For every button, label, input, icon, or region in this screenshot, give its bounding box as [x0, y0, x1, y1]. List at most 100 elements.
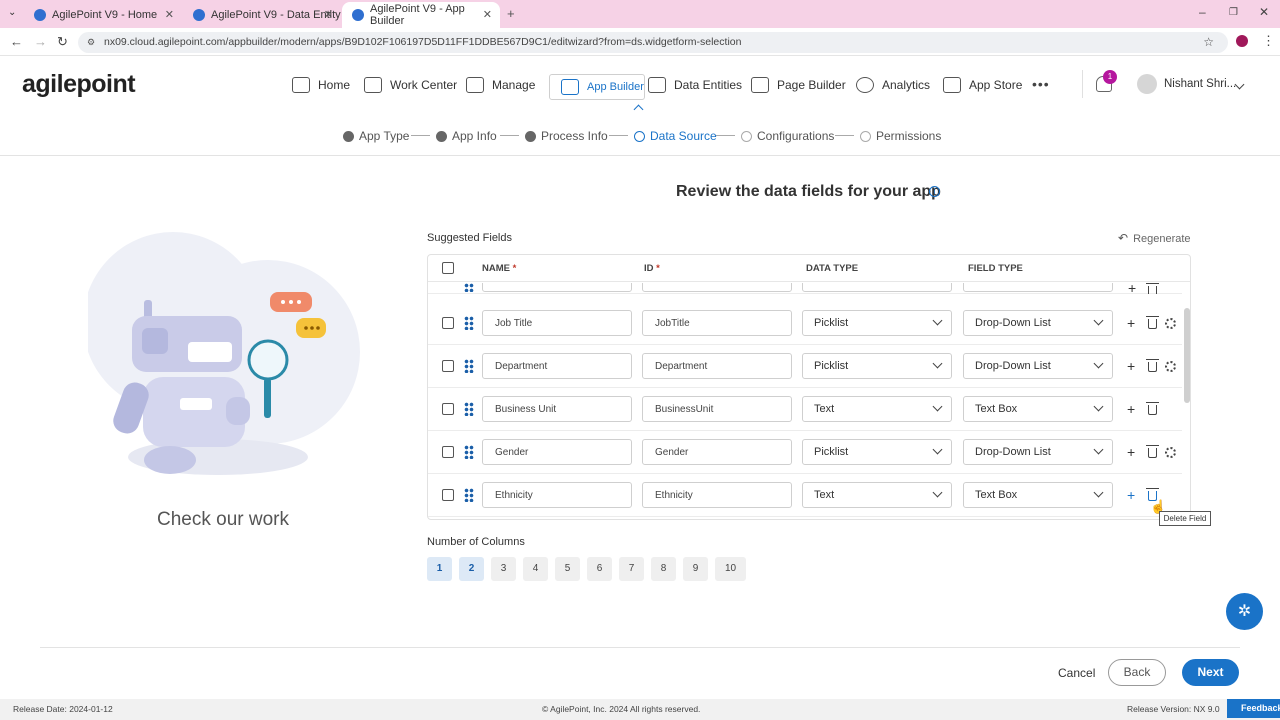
drag-handle-icon[interactable] [464, 402, 474, 416]
field-name-input[interactable]: Department [482, 353, 632, 379]
bookmark-star-icon[interactable]: ☆ [1203, 32, 1214, 53]
close-tab-icon[interactable]: ✕ [324, 8, 333, 21]
profile-icon[interactable] [1236, 35, 1248, 47]
row-checkbox[interactable] [442, 446, 454, 458]
drag-handle-icon[interactable] [464, 316, 474, 330]
back-button[interactable]: Back [1108, 659, 1166, 686]
column-option-10[interactable]: 10 [715, 557, 746, 581]
restore-icon[interactable]: ❐ [1229, 7, 1238, 18]
step-data-source[interactable]: Data Source [634, 129, 717, 143]
field-id-input[interactable]: Department [642, 353, 792, 379]
nav-app-builder[interactable]: App Builder [549, 74, 645, 100]
field-id-input[interactable]: JobTitle [642, 310, 792, 336]
field-type-select[interactable]: Drop-Down List [963, 439, 1113, 465]
user-name[interactable]: Nishant Shri... [1164, 78, 1236, 90]
add-field-icon[interactable]: + [1127, 445, 1135, 459]
step-configurations[interactable]: Configurations [741, 129, 834, 143]
close-tab-icon[interactable]: ✕ [165, 8, 174, 21]
row-checkbox[interactable] [442, 403, 454, 415]
field-id-input[interactable]: Gender [642, 439, 792, 465]
column-option-1[interactable]: 1 [427, 557, 452, 581]
next-button[interactable]: Next [1182, 659, 1239, 686]
field-id-input[interactable]: BusinessUnit [642, 396, 792, 422]
step-permissions[interactable]: Permissions [860, 129, 941, 143]
step-app-type[interactable]: App Type [343, 129, 409, 143]
tab-list-chevron-icon[interactable]: ⌄ [8, 7, 16, 18]
column-option-7[interactable]: 7 [619, 557, 644, 581]
delete-field-icon[interactable] [1146, 283, 1159, 294]
add-field-icon[interactable]: + [1127, 359, 1135, 373]
close-window-icon[interactable]: ✕ [1259, 5, 1269, 19]
nav-app-store[interactable]: App Store [943, 74, 1022, 96]
drag-handle-icon[interactable] [464, 359, 474, 373]
field-type-select[interactable]: Text Box [963, 396, 1113, 422]
reload-icon[interactable]: ↻ [57, 34, 68, 50]
gear-icon[interactable] [1165, 361, 1176, 372]
add-field-icon[interactable]: + [1127, 402, 1135, 416]
add-field-icon[interactable]: + [1127, 316, 1135, 330]
forward-arrow-icon[interactable]: → [34, 34, 47, 49]
browser-menu-icon[interactable]: ⋮ [1262, 33, 1275, 49]
browser-tab-app-builder[interactable]: AgilePoint V9 - App Builder ✕ [342, 2, 500, 28]
select-all-checkbox[interactable] [442, 262, 454, 274]
column-option-8[interactable]: 8 [651, 557, 676, 581]
drag-handle-icon[interactable] [464, 445, 474, 459]
grid-scrollbar-thumb[interactable] [1184, 308, 1190, 403]
minimize-icon[interactable]: – [1199, 5, 1206, 19]
field-name-input[interactable]: Job Title [482, 310, 632, 336]
step-process-info[interactable]: Process Info [525, 129, 608, 143]
data-type-select[interactable]: Picklist [802, 439, 952, 465]
field-id-input[interactable]: Ethnicity [642, 482, 792, 508]
field-type-select[interactable]: Drop-Down List [963, 310, 1113, 336]
avatar[interactable] [1137, 74, 1157, 94]
field-name-input[interactable]: Ethnicity [482, 482, 632, 508]
column-option-2[interactable]: 2 [459, 557, 484, 581]
column-option-3[interactable]: 3 [491, 557, 516, 581]
row-checkbox[interactable] [442, 360, 454, 372]
delete-field-icon[interactable] [1146, 359, 1159, 372]
field-type-select[interactable]: Drop-Down List [963, 353, 1113, 379]
gear-icon[interactable] [1165, 447, 1176, 458]
field-type-select[interactable]: Text Box [963, 482, 1113, 508]
feedback-button[interactable]: Feedback [1227, 699, 1280, 718]
column-option-9[interactable]: 9 [683, 557, 708, 581]
add-field-icon[interactable]: + [1127, 488, 1135, 502]
add-field-icon[interactable]: + [1128, 283, 1136, 294]
url-field[interactable]: ⚙ nx09.cloud.agilepoint.com/appbuilder/m… [78, 32, 1228, 53]
nav-page-builder[interactable]: Page Builder [751, 74, 846, 96]
data-type-select[interactable]: Picklist [802, 310, 952, 336]
new-tab-icon[interactable]: + [507, 6, 515, 21]
info-icon[interactable]: i [929, 186, 940, 197]
column-option-5[interactable]: 5 [555, 557, 580, 581]
row-checkbox[interactable] [442, 317, 454, 329]
step-app-info[interactable]: App Info [436, 129, 497, 143]
data-type-select[interactable]: Text [802, 396, 952, 422]
field-name-input[interactable]: Gender [482, 439, 632, 465]
delete-field-icon[interactable] [1146, 402, 1159, 415]
browser-tab-data-entity[interactable]: AgilePoint V9 - Data Entity ✕ [183, 2, 341, 28]
ai-assistant-button[interactable]: ✲ [1226, 593, 1263, 630]
nav-analytics[interactable]: Analytics [856, 74, 930, 96]
close-tab-icon[interactable]: ✕ [483, 8, 492, 21]
gear-icon[interactable] [1165, 318, 1176, 329]
browser-tab-home[interactable]: AgilePoint V9 - Home ✕ [24, 2, 182, 28]
cancel-button[interactable]: Cancel [1058, 666, 1095, 680]
column-option-4[interactable]: 4 [523, 557, 548, 581]
nav-manage[interactable]: Manage [466, 74, 535, 96]
nav-home[interactable]: Home [292, 74, 350, 96]
site-info-icon[interactable]: ⚙ [87, 32, 95, 53]
drag-handle-icon[interactable] [464, 488, 474, 502]
more-icon[interactable]: ••• [1032, 76, 1050, 92]
regenerate-button[interactable]: ↶ Regenerate [1118, 231, 1191, 245]
column-option-6[interactable]: 6 [587, 557, 612, 581]
data-type-select[interactable]: Picklist [802, 353, 952, 379]
agilepoint-logo[interactable]: agilepoint [22, 70, 136, 99]
back-arrow-icon[interactable]: ← [10, 34, 23, 49]
data-type-select[interactable]: Text [802, 482, 952, 508]
row-checkbox[interactable] [442, 489, 454, 501]
nav-data-entities[interactable]: Data Entities [648, 74, 742, 96]
field-name-input[interactable]: Business Unit [482, 396, 632, 422]
delete-field-icon[interactable] [1146, 445, 1159, 458]
delete-field-icon[interactable] [1146, 316, 1159, 329]
nav-work-center[interactable]: Work Center [364, 74, 457, 96]
